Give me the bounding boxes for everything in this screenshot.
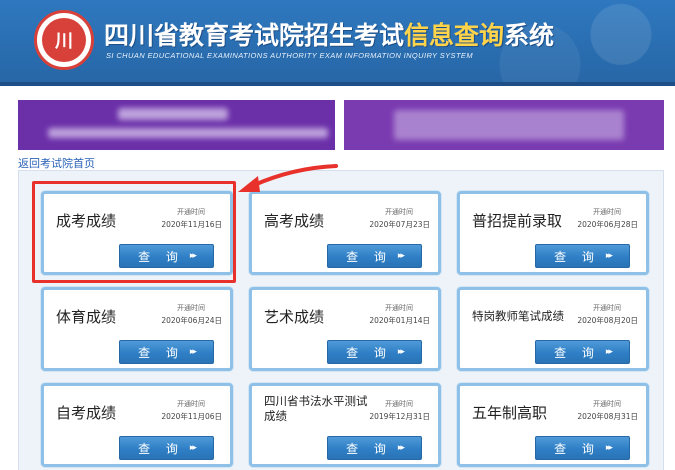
query-button[interactable]: 查 询 ▸▸ (327, 340, 422, 364)
query-card[interactable]: 特岗教师笔试成绩 开通时间 2020年08月20日查 询 ▸▸ (457, 287, 649, 371)
header-divider (0, 82, 675, 86)
double-arrow-icon: ▸▸ (605, 443, 613, 453)
query-card[interactable]: 自考成绩 开通时间 2020年11月06日查 询 ▸▸ (41, 383, 233, 467)
banner-right[interactable] (344, 100, 664, 150)
open-time-label: 开通时间 (385, 208, 413, 216)
double-arrow-icon: ▸▸ (397, 251, 405, 261)
query-button[interactable]: 查 询 ▸▸ (327, 244, 422, 268)
query-button[interactable]: 查 询 ▸▸ (119, 340, 214, 364)
open-date: 2020年01月14日 (369, 316, 430, 325)
double-arrow-icon: ▸▸ (397, 443, 405, 453)
card-title: 艺术成绩 (264, 308, 325, 326)
query-card[interactable]: 体育成绩 开通时间 2020年06月24日查 询 ▸▸ (41, 287, 233, 371)
query-button-label: 查 询 (138, 345, 184, 360)
site-header: 川 四川省教育考试院招生考试信息查询系统 SI CHUAN EDUCATIONA… (0, 0, 675, 86)
query-button-label: 查 询 (554, 345, 600, 360)
query-button[interactable]: 查 询 ▸▸ (327, 436, 422, 460)
query-button-label: 查 询 (346, 345, 392, 360)
highlight-box (32, 181, 236, 283)
query-card[interactable]: 四川省书法水平测试成绩 开通时间 2019年12月31日查 询 ▸▸ (249, 383, 441, 467)
title-highlight: 信息查询 (404, 21, 505, 50)
title-suffix: 系统 (504, 21, 555, 50)
card-title: 五年制高职 (472, 404, 548, 422)
query-button-label: 查 询 (138, 441, 184, 456)
double-arrow-icon: ▸▸ (189, 347, 197, 357)
title-prefix: 四川省教育考试院招生考试 (104, 21, 405, 50)
card-title: 体育成绩 (56, 308, 117, 326)
double-arrow-icon: ▸▸ (189, 443, 197, 453)
logo-emblem: 川 (42, 18, 86, 62)
open-date: 2020年07月23日 (369, 220, 430, 229)
query-button-label: 查 询 (346, 441, 392, 456)
open-date: 2020年06月28日 (577, 220, 638, 229)
red-arrow-icon (238, 164, 338, 192)
open-date: 2019年12月31日 (369, 412, 430, 421)
site-subtitle: SI CHUAN EDUCATIONAL EXAMINATIONS AUTHOR… (106, 51, 473, 60)
open-time-label: 开通时间 (177, 304, 205, 312)
back-to-home-link[interactable]: 返回考试院首页 (18, 155, 95, 171)
query-button-label: 查 询 (346, 249, 392, 264)
open-time-label: 开通时间 (593, 400, 621, 408)
open-date: 2020年06月24日 (161, 316, 222, 325)
open-date: 2020年08月20日 (577, 316, 638, 325)
double-arrow-icon: ▸▸ (397, 347, 405, 357)
banner-left[interactable] (18, 100, 335, 150)
open-time-label: 开通时间 (593, 208, 621, 216)
query-button[interactable]: 查 询 ▸▸ (535, 340, 630, 364)
query-card[interactable]: 普招提前录取 开通时间 2020年06月28日查 询 ▸▸ (457, 191, 649, 275)
query-card[interactable]: 五年制高职 开通时间 2020年08月31日查 询 ▸▸ (457, 383, 649, 467)
query-button-label: 查 询 (554, 441, 600, 456)
open-time-label: 开通时间 (593, 304, 621, 312)
double-arrow-icon: ▸▸ (605, 251, 613, 261)
query-card[interactable]: 艺术成绩 开通时间 2020年01月14日查 询 ▸▸ (249, 287, 441, 371)
site-title: 四川省教育考试院招生考试信息查询系统 (104, 16, 554, 52)
card-title: 自考成绩 (56, 404, 117, 422)
query-button[interactable]: 查 询 ▸▸ (119, 436, 214, 460)
query-button[interactable]: 查 询 ▸▸ (535, 436, 630, 460)
open-time-label: 开通时间 (385, 400, 413, 408)
site-logo[interactable]: 川 (34, 10, 94, 70)
open-date: 2020年11月06日 (161, 412, 222, 421)
card-title: 四川省书法水平测试成绩 (264, 394, 368, 423)
card-title: 特岗教师笔试成绩 (472, 309, 564, 323)
open-date: 2020年08月31日 (577, 412, 638, 421)
double-arrow-icon: ▸▸ (605, 347, 613, 357)
query-button[interactable]: 查 询 ▸▸ (535, 244, 630, 268)
card-title: 高考成绩 (264, 212, 325, 230)
query-button-label: 查 询 (554, 249, 600, 264)
open-time-label: 开通时间 (177, 400, 205, 408)
card-title: 普招提前录取 (472, 212, 563, 230)
open-time-label: 开通时间 (385, 304, 413, 312)
query-card[interactable]: 高考成绩 开通时间 2020年07月23日查 询 ▸▸ (249, 191, 441, 275)
